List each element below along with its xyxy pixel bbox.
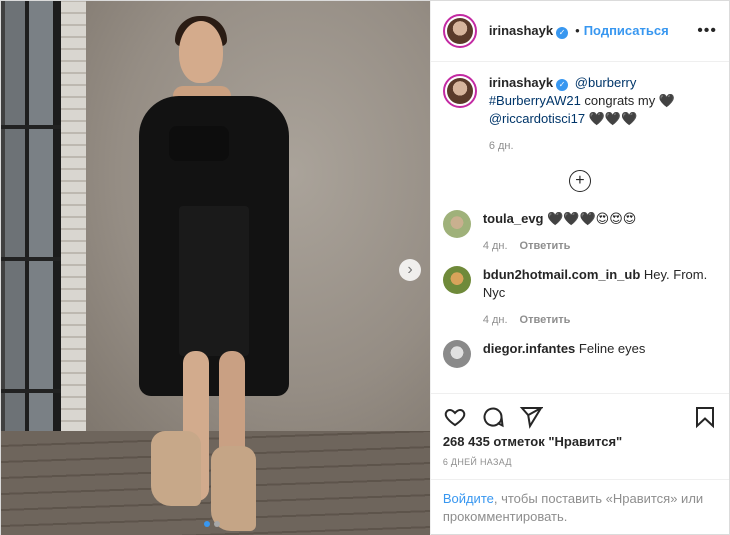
caption-username[interactable]: irinashayk xyxy=(489,75,553,90)
photo-person xyxy=(131,16,301,531)
avatar[interactable] xyxy=(442,14,477,48)
comment-text: 🖤🖤🖤😍😍😍 xyxy=(547,211,637,226)
caption-row: irinashayk ✓ @burberry #BurberryAW21 cong… xyxy=(442,74,717,152)
heart-icon[interactable] xyxy=(443,405,467,429)
carousel-next-icon[interactable]: › xyxy=(399,259,421,281)
reply-button[interactable]: Ответить xyxy=(520,240,571,252)
caption-time[interactable]: 6 дн. xyxy=(489,140,514,152)
reply-button[interactable]: Ответить xyxy=(520,314,571,326)
carousel-dots xyxy=(204,521,220,527)
caption-text: irinashayk ✓ @burberry #BurberryAW21 cong… xyxy=(489,74,717,128)
action-bar: 268 435 отметок "Нравится" 6 дней назад xyxy=(430,393,729,467)
hashtag-link[interactable]: #BurberryAW21 xyxy=(489,93,581,108)
separator: • xyxy=(575,23,580,38)
login-prompt: Войдите, чтобы поставить «Нравится» или … xyxy=(430,479,729,535)
bookmark-icon[interactable] xyxy=(693,405,717,429)
verified-badge-icon: ✓ xyxy=(556,27,569,39)
verified-badge-icon: ✓ xyxy=(556,79,569,91)
comment-row: toula_evg 🖤🖤🖤😍😍😍 4 дн. Ответить xyxy=(442,210,717,252)
mention-link[interactable]: @burberry xyxy=(575,75,637,90)
login-link[interactable]: Войдите xyxy=(443,491,494,506)
photo-brick-column xyxy=(61,1,86,456)
comment-text: Feline eyes xyxy=(578,341,646,356)
post-sidebar: irinashayk ✓ • Подписаться ••• irinashayk ✓ … xyxy=(429,1,729,535)
header-username[interactable]: irinashayk xyxy=(489,23,553,38)
comment-time[interactable]: 4 дн. xyxy=(483,240,508,252)
caption-emojis: 🖤🖤🖤 xyxy=(585,111,638,126)
send-icon[interactable] xyxy=(519,405,543,429)
comments-section: irinashayk ✓ @burberry #BurberryAW21 cong… xyxy=(431,62,729,393)
avatar[interactable] xyxy=(442,210,471,238)
comment-time[interactable]: 4 дн. xyxy=(483,314,508,326)
likes-count[interactable]: 268 435 отметок "Нравится" xyxy=(443,434,717,449)
comment-row: bdun2hotmail.com_in_ub Hey. From. Nyc 4 … xyxy=(442,266,717,326)
follow-button[interactable]: Подписаться xyxy=(584,23,669,38)
carousel-dot xyxy=(214,521,220,527)
comment-username[interactable]: bdun2hotmail.com_in_ub xyxy=(483,267,640,282)
comment-username[interactable]: toula_evg xyxy=(483,211,544,226)
post-date[interactable]: 6 дней назад xyxy=(443,457,717,467)
post-container: › irinashayk ✓ • Подписаться ••• irinashayk… xyxy=(0,0,730,535)
carousel-dot-active xyxy=(204,521,210,527)
more-horizontal-icon[interactable]: ••• xyxy=(697,22,717,40)
avatar[interactable] xyxy=(442,266,471,294)
comment-row: diegor.infantes Feline eyes xyxy=(442,340,717,368)
mention-link-2[interactable]: @riccardotisci17 xyxy=(489,111,585,126)
post-photo[interactable]: › xyxy=(1,1,430,535)
caption-meta: 6 дн. xyxy=(489,140,717,152)
post-header: irinashayk ✓ • Подписаться ••• xyxy=(430,1,729,62)
comment-icon[interactable] xyxy=(481,405,505,429)
avatar[interactable] xyxy=(442,340,471,368)
caption-avatar[interactable] xyxy=(442,74,477,108)
plus-circle-icon[interactable]: + xyxy=(568,170,591,192)
comment-username[interactable]: diegor.infantes xyxy=(483,341,575,356)
caption-body: congrats my 🖤 xyxy=(580,93,676,108)
